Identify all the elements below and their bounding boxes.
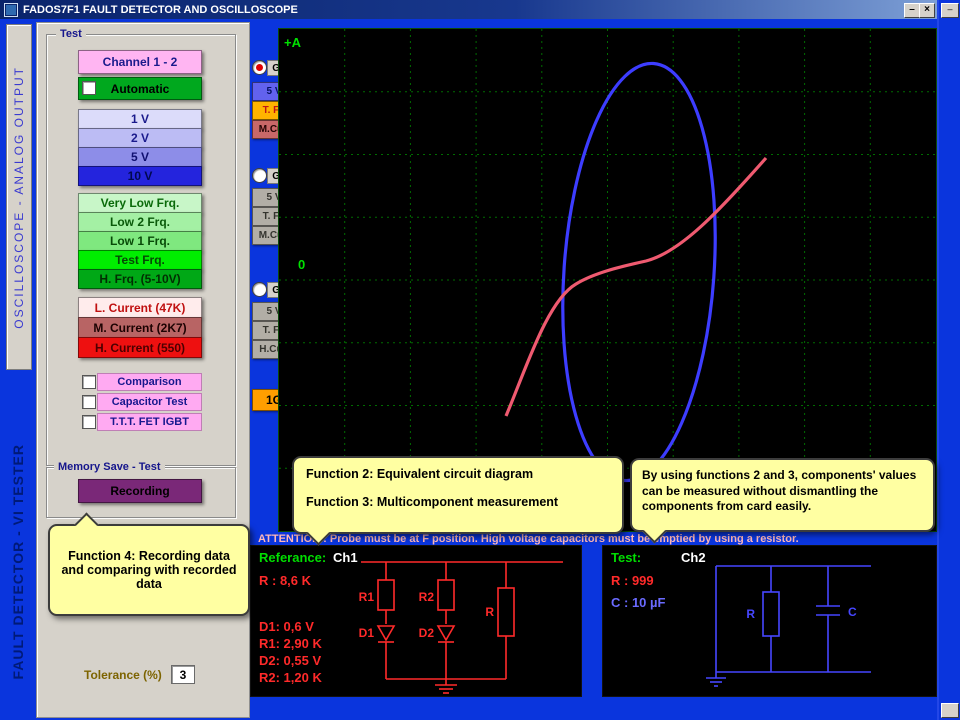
test-result-panel: Test: Ch2 R : 999 C : 10 µF R C: [602, 545, 937, 697]
voltage-10v-button[interactable]: 10 V: [78, 166, 202, 186]
app-icon: [4, 3, 18, 17]
gr3-radio[interactable]: [252, 282, 267, 297]
minimize-button[interactable]: –: [904, 3, 920, 18]
circuit-c-label: C: [848, 605, 857, 619]
tab-oscilloscope-label: OSCILLOSCOPE - ANALOG OUTPUT: [12, 66, 26, 329]
tab-fault-detector-label: FAULT DETECTOR - VI TESTER: [10, 444, 26, 680]
freq-high-button[interactable]: H. Frq. (5-10V): [78, 269, 202, 289]
tab-fault-detector-vi-tester[interactable]: FAULT DETECTOR - VI TESTER: [5, 416, 31, 708]
outer-resize-grip[interactable]: [941, 703, 959, 718]
function4-callout-text: Function 4: Recording data and comparing…: [56, 549, 242, 591]
usage-callout: By using functions 2 and 3, components' …: [630, 458, 935, 532]
voltage-2v-button[interactable]: 2 V: [78, 128, 202, 148]
outer-minimize-button[interactable]: –: [941, 3, 959, 18]
reference-panel: Referance: Ch1 R : 8,6 K D1: 0,6 V R1: 2…: [250, 545, 582, 697]
circuit-d1-label: D1: [359, 626, 375, 640]
circuit-r-label: R: [485, 605, 494, 619]
close-button[interactable]: ×: [919, 3, 935, 18]
capacitor-test-checkbox[interactable]: [82, 395, 96, 409]
channel-1-2-button[interactable]: Channel 1 - 2: [78, 50, 202, 74]
memory-save-group-title: Memory Save - Test: [54, 461, 165, 473]
scope-zero-label: 0: [298, 257, 305, 272]
reference-circuit-diagram: R1 R2 R D1 D2: [251, 546, 581, 696]
probe-warning-text: ATTENTION : Probe must be at F position.…: [258, 533, 934, 545]
tab-oscilloscope-analog-output[interactable]: OSCILLOSCOPE - ANALOG OUTPUT: [6, 24, 32, 370]
app-window: FADOS7F1 FAULT DETECTOR AND OSCILLOSCOPE…: [0, 0, 960, 720]
freq-low2-button[interactable]: Low 2 Frq.: [78, 212, 202, 232]
ttt-fet-igbt-label: T.T.T. FET IGBT: [97, 413, 202, 431]
tolerance-input[interactable]: [171, 665, 195, 684]
current-medium-button[interactable]: M. Current (2K7): [78, 317, 202, 338]
vi-curve-ellipse: [550, 58, 729, 485]
circuit-r1-label: R1: [359, 590, 375, 604]
freq-low1-button[interactable]: Low 1 Frq.: [78, 231, 202, 251]
window-right-edge: [937, 0, 939, 720]
function2-text: Function 2: Equivalent circuit diagram: [306, 467, 610, 481]
freq-test-button[interactable]: Test Frq.: [78, 250, 202, 270]
current-low-button[interactable]: L. Current (47K): [78, 297, 202, 318]
comparison-label: Comparison: [97, 373, 202, 391]
current-high-button[interactable]: H. Current (550): [78, 337, 202, 358]
circuit-r2-label: R2: [419, 590, 435, 604]
gr2-radio[interactable]: [252, 168, 267, 183]
scope-plus-a-label: +A: [284, 35, 301, 50]
function4-callout: Function 4: Recording data and comparing…: [48, 524, 250, 616]
capacitor-test-label: Capacitor Test: [97, 393, 202, 411]
voltage-5v-button[interactable]: 5 V: [78, 147, 202, 167]
automatic-checkbox[interactable]: [82, 81, 96, 95]
comparison-checkbox[interactable]: [82, 375, 96, 389]
window-title: FADOS7F1 FAULT DETECTOR AND OSCILLOSCOPE: [23, 4, 298, 16]
usage-callout-text: By using functions 2 and 3, components' …: [642, 468, 916, 513]
circuit-r-label: R: [746, 607, 755, 621]
tolerance-label: Tolerance (%): [84, 668, 162, 682]
functions23-callout: Function 2: Equivalent circuit diagram F…: [292, 456, 624, 534]
voltage-1v-button[interactable]: 1 V: [78, 109, 202, 129]
ttt-fet-igbt-checkbox[interactable]: [82, 415, 96, 429]
title-bar[interactable]: FADOS7F1 FAULT DETECTOR AND OSCILLOSCOPE…: [0, 0, 937, 19]
circuit-d2-label: D2: [419, 626, 435, 640]
gr1-radio[interactable]: [252, 60, 267, 75]
test-circuit-diagram: R C: [603, 546, 936, 696]
recording-button[interactable]: Recording: [78, 479, 202, 503]
freq-very-low-button[interactable]: Very Low Frq.: [78, 193, 202, 213]
vi-curve-scurve: [506, 158, 766, 416]
test-group-title: Test: [56, 28, 86, 40]
automatic-button[interactable]: Automatic: [78, 77, 202, 100]
function3-text: Function 3: Multicomponent measurement: [306, 495, 610, 509]
